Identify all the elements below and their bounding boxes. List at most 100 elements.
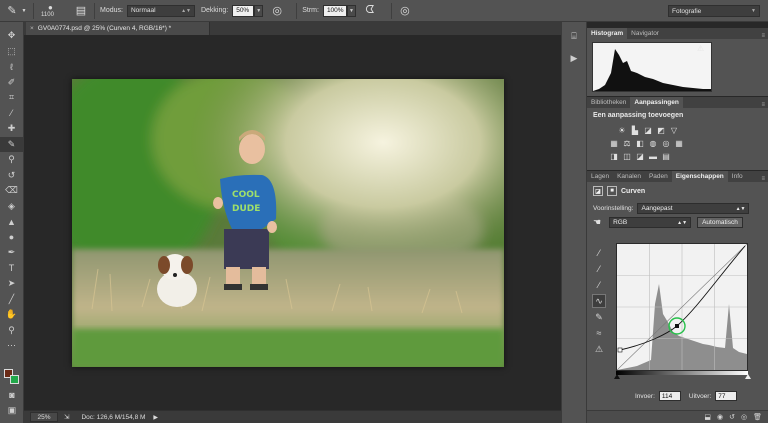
input-field[interactable]: 114 (658, 391, 681, 401)
view-previous-state-icon[interactable]: ◉ (717, 413, 723, 421)
channel-mixer-icon[interactable]: ◎ (661, 138, 671, 148)
black-point-slider[interactable] (614, 374, 620, 379)
blur-tool-icon[interactable]: ▲ (0, 214, 23, 230)
mask-icon[interactable]: ■ (607, 186, 617, 196)
opacity-slider-button[interactable]: ▼ (254, 4, 264, 17)
path-selection-tool-icon[interactable]: ➤ (0, 276, 23, 292)
tab-channels[interactable]: Kanalen (613, 171, 645, 182)
zoom-field[interactable]: 25% (30, 412, 58, 422)
tab-adjustments[interactable]: Aanpassingen (630, 97, 683, 108)
opacity-field[interactable]: 50% (232, 4, 255, 17)
zoom-tool-icon[interactable]: ⚲ (0, 323, 23, 339)
quick-selection-tool-icon[interactable]: ✐ (0, 75, 23, 91)
auto-button[interactable]: Automatisch (697, 217, 743, 228)
panel-menu-icon[interactable]: ≡ (761, 102, 768, 108)
curve-point-tool-icon[interactable]: ∿ (592, 294, 606, 308)
screen-mode-icon[interactable]: ▣ (0, 403, 24, 419)
white-point-slider[interactable] (745, 374, 751, 379)
tab-histogram[interactable]: Histogram (587, 28, 628, 39)
hand-tool-icon[interactable]: ✋ (0, 307, 23, 323)
paint-bucket-tool-icon[interactable]: ◈ (0, 199, 23, 215)
sample-white-eyedropper-icon[interactable]: ⁄ (592, 278, 606, 292)
document-tab[interactable]: × GV0A0774.psd @ 25% (Curven 4, RGB/16*)… (26, 22, 210, 35)
pencil-draw-icon[interactable]: ✎ (592, 310, 606, 324)
color-lookup-icon[interactable]: ▦ (674, 138, 684, 148)
invert-icon[interactable]: ◨ (609, 151, 619, 161)
pressure-size-icon[interactable]: ◎ (397, 4, 413, 17)
preset-select[interactable]: Aangepast ▲▼ (637, 203, 750, 214)
type-tool-icon[interactable]: T (0, 261, 23, 277)
quick-mask-icon[interactable]: ◙ (0, 387, 24, 403)
actions-panel-icon[interactable]: ▶ (565, 50, 583, 66)
output-field[interactable]: 77 (715, 391, 738, 401)
vibrance-icon[interactable]: ▽ (669, 125, 679, 135)
hue-saturation-icon[interactable]: ▦ (609, 138, 619, 148)
threshold-icon[interactable]: ◪ (635, 151, 645, 161)
black-white-icon[interactable]: ◧ (635, 138, 645, 148)
pen-tool-icon[interactable]: ✒ (0, 245, 23, 261)
lasso-tool-icon[interactable]: ℓ (0, 59, 23, 75)
visibility-eye-icon[interactable]: ◎ (741, 413, 747, 421)
levels-icon[interactable]: ▙ (630, 125, 640, 135)
tab-libraries[interactable]: Bibliotheken (587, 97, 630, 108)
more-tools-icon[interactable]: ⋯ (0, 338, 23, 354)
brush-panel-toggle-icon[interactable]: ▤ (73, 4, 89, 17)
eraser-tool-icon[interactable]: ⌫ (0, 183, 23, 199)
photo-canvas[interactable]: COOL DUDE (72, 79, 504, 367)
target-adjust-icon[interactable]: ☚ (593, 217, 601, 228)
posterize-icon[interactable]: ◫ (622, 151, 632, 161)
smooth-curve-icon[interactable]: ≈ (592, 326, 606, 340)
eyedropper-tool-icon[interactable]: ⁄ (0, 106, 23, 122)
history-panel-icon[interactable]: ⌸ (565, 28, 583, 44)
flow-slider-button[interactable]: ▼ (346, 4, 356, 17)
pressure-opacity-icon[interactable]: ◎ (269, 4, 285, 17)
curves-icon[interactable]: ◪ (643, 125, 653, 135)
marquee-tool-icon[interactable]: ⬚ (0, 44, 23, 60)
close-icon[interactable]: × (30, 25, 34, 32)
export-icon[interactable]: ⇲ (64, 413, 69, 421)
reset-icon[interactable]: ↺ (729, 413, 735, 421)
clipping-warning-icon[interactable]: ⚠ (592, 342, 606, 356)
channel-select[interactable]: RGB ▲▼ (609, 217, 692, 228)
sample-black-eyedropper-icon[interactable]: ⁄ (592, 246, 606, 260)
gradient-map-icon[interactable]: ▬ (648, 151, 658, 161)
dodge-tool-icon[interactable]: ● (0, 230, 23, 246)
histogram-chart (593, 49, 711, 91)
tab-info[interactable]: Info (728, 171, 747, 182)
workspace-select[interactable]: Fotografie ▼ (668, 5, 760, 17)
trash-icon[interactable]: 🗑 (753, 413, 762, 421)
color-balance-icon[interactable]: ⚖ (622, 138, 632, 148)
clone-stamp-tool-icon[interactable]: ⚲ (0, 152, 23, 168)
mode-select[interactable]: Normaal ▲▼ (126, 4, 195, 17)
brightness-contrast-icon[interactable]: ☀ (617, 125, 627, 135)
background-color-swatch[interactable] (10, 375, 19, 384)
panel-menu-icon[interactable]: ≡ (761, 33, 768, 39)
chevron-right-icon[interactable]: ▶ (153, 414, 158, 421)
crop-tool-icon[interactable]: ⌗ (0, 90, 23, 106)
tab-layers[interactable]: Lagen (587, 171, 613, 182)
curves-chart[interactable] (616, 243, 748, 371)
line-tool-icon[interactable]: ╱ (0, 292, 23, 308)
brush-tool-icon[interactable]: ✎ (4, 4, 20, 17)
tab-navigator[interactable]: Navigator (627, 28, 663, 39)
sample-gray-eyedropper-icon[interactable]: ⁄ (592, 262, 606, 276)
tab-properties[interactable]: Eigenschappen (671, 171, 728, 182)
tab-paths[interactable]: Paden (645, 171, 672, 182)
curves-adjustment-icon[interactable]: ◪ (593, 186, 603, 196)
clip-to-layer-icon[interactable]: ⬓ (704, 413, 711, 421)
exposure-icon[interactable]: ◩ (656, 125, 666, 135)
photo-filter-icon[interactable]: ◍ (648, 138, 658, 148)
brush-tool-icon[interactable]: ✎ (0, 136, 23, 152)
curves-graph[interactable] (616, 243, 748, 371)
selective-color-icon[interactable]: ▤ (661, 151, 671, 161)
tool-preset-dropdown-icon[interactable]: ▼ (20, 8, 28, 14)
airbrush-icon[interactable]: ᗧ (362, 4, 378, 17)
move-tool-icon[interactable]: ✥ (0, 28, 23, 44)
brush-size-picker[interactable]: ● 1100 (39, 2, 65, 20)
curve-tools: ⁄ ⁄ ⁄ ∿ ✎ ≈ ⚠ (592, 246, 606, 358)
flow-field[interactable]: 100% (322, 4, 347, 17)
healing-brush-tool-icon[interactable]: ✚ (0, 121, 23, 137)
panel-menu-icon[interactable]: ≡ (761, 176, 768, 182)
history-brush-tool-icon[interactable]: ↺ (0, 168, 23, 184)
cache-warning-icon[interactable]: ⚠ (697, 44, 704, 53)
